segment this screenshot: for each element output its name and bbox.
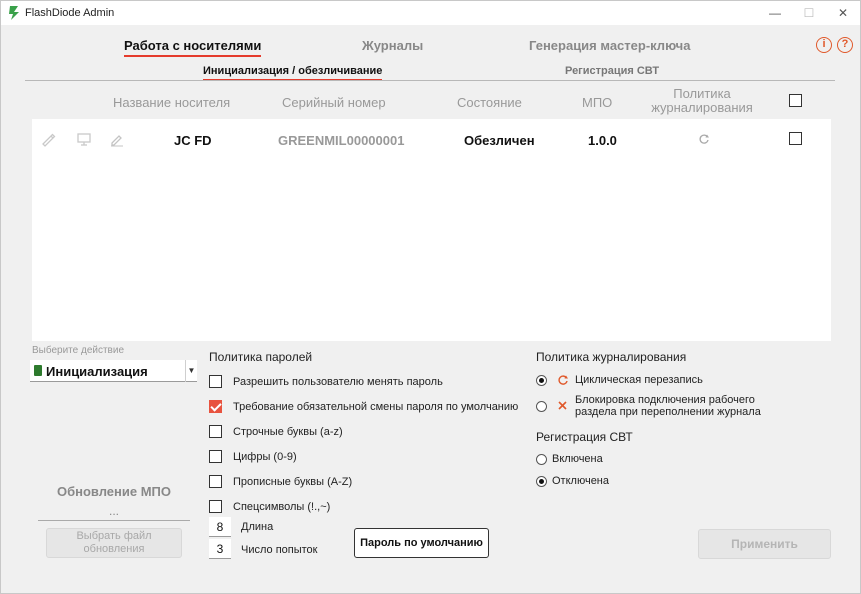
length-label: Длина — [241, 521, 274, 533]
chevron-down-icon: ▼ — [185, 360, 197, 382]
attempts-label: Число попыток — [241, 544, 318, 556]
column-serial: Серийный номер — [282, 95, 386, 110]
mpo-file-value: ... — [108, 504, 119, 518]
log-policy-title: Политика журналирования — [536, 350, 687, 364]
action-label: Выберите действие — [32, 345, 125, 356]
uppercase-label: Прописные буквы (A-Z) — [233, 476, 353, 488]
choose-update-file-button[interactable]: Выбрать файл обновления — [46, 528, 182, 558]
table-row[interactable]: JC FD GREENMIL00000001 Обезличен 1.0.0 — [32, 119, 831, 159]
force-change-checkbox[interactable] — [209, 400, 222, 413]
window-title: FlashDiode Admin — [25, 7, 115, 19]
allow-change-checkbox[interactable] — [209, 375, 222, 388]
special-chars-label: Спецсимволы (!.,~) — [233, 501, 331, 513]
block-on-overflow-radio[interactable] — [536, 401, 547, 412]
maximize-button[interactable]: ☐ — [792, 1, 826, 25]
svt-enabled-radio[interactable] — [536, 454, 547, 465]
svt-registration-title: Регистрация СВТ — [536, 430, 633, 444]
row-checkbox[interactable] — [789, 132, 802, 145]
special-chars-checkbox[interactable] — [209, 500, 222, 513]
mpo-file-underline — [38, 520, 190, 521]
pen-icon[interactable] — [40, 131, 56, 147]
column-mpo: МПО — [582, 95, 613, 110]
media-mpo: 1.0.0 — [588, 133, 617, 148]
app-logo-icon — [9, 6, 19, 20]
cycle-icon — [558, 375, 568, 385]
digits-checkbox[interactable] — [209, 450, 222, 463]
allow-change-label: Разрешить пользователю менять пароль — [233, 376, 443, 388]
block-on-overflow-label: Блокировка подключения рабочего раздела … — [575, 394, 761, 418]
title-bar: FlashDiode Admin — ☐ ✕ — [1, 1, 860, 25]
password-policy-title: Политика паролей — [209, 350, 313, 364]
cyclic-overwrite-label: Циклическая перезапись — [575, 374, 703, 386]
cross-icon — [558, 401, 567, 410]
monitor-icon[interactable] — [76, 131, 92, 147]
subtab-init[interactable]: Инициализация / обезличивание — [203, 65, 383, 81]
tab-logs[interactable]: Журналы — [362, 38, 423, 53]
digits-label: Цифры (0-9) — [233, 451, 297, 463]
select-all-checkbox[interactable] — [789, 94, 802, 107]
column-name: Название носителя — [113, 95, 231, 110]
media-name: JC FD — [174, 133, 212, 148]
flash-drive-icon — [34, 365, 42, 376]
default-password-button[interactable]: Пароль по умолчанию — [354, 528, 489, 558]
tab-master-key[interactable]: Генерация мастер-ключа — [529, 38, 690, 53]
action-value: Инициализация — [46, 364, 148, 379]
attempts-input[interactable]: 3 — [209, 539, 231, 559]
column-state: Состояние — [457, 95, 522, 110]
lowercase-checkbox[interactable] — [209, 425, 222, 438]
media-serial: GREENMIL00000001 — [278, 133, 405, 148]
cyclic-overwrite-radio[interactable] — [536, 375, 547, 386]
tabs-divider — [25, 80, 835, 81]
edit-icon[interactable] — [109, 131, 125, 147]
mpo-update-title: Обновление МПО — [56, 484, 172, 499]
minimize-button[interactable]: — — [758, 1, 792, 25]
length-input[interactable]: 8 — [209, 517, 231, 537]
column-log-policy: Политика журналирования — [651, 86, 753, 115]
svt-disabled-radio[interactable] — [536, 476, 547, 487]
subtab-svt[interactable]: Регистрация СВТ — [565, 65, 659, 77]
svt-enabled-label: Включена — [552, 453, 603, 465]
close-button[interactable]: ✕ — [826, 1, 860, 25]
lowercase-label: Строчные буквы (a-z) — [233, 426, 343, 438]
tab-media[interactable]: Работа с носителями — [124, 38, 262, 57]
help-icon[interactable]: ? — [837, 37, 853, 53]
uppercase-checkbox[interactable] — [209, 475, 222, 488]
info-icon[interactable]: i — [816, 37, 832, 53]
app-window: FlashDiode Admin — ☐ ✕ Работа с носителя… — [0, 0, 861, 594]
apply-button[interactable]: Применить — [698, 529, 831, 559]
media-state: Обезличен — [464, 133, 535, 148]
svt-disabled-label: Отключена — [552, 475, 609, 487]
action-select[interactable]: Инициализация ▼ — [30, 360, 197, 382]
force-change-label: Требование обязательной смены пароля по … — [233, 401, 519, 413]
media-list: JC FD GREENMIL00000001 Обезличен 1.0.0 — [32, 119, 831, 341]
cycle-icon — [699, 134, 709, 144]
